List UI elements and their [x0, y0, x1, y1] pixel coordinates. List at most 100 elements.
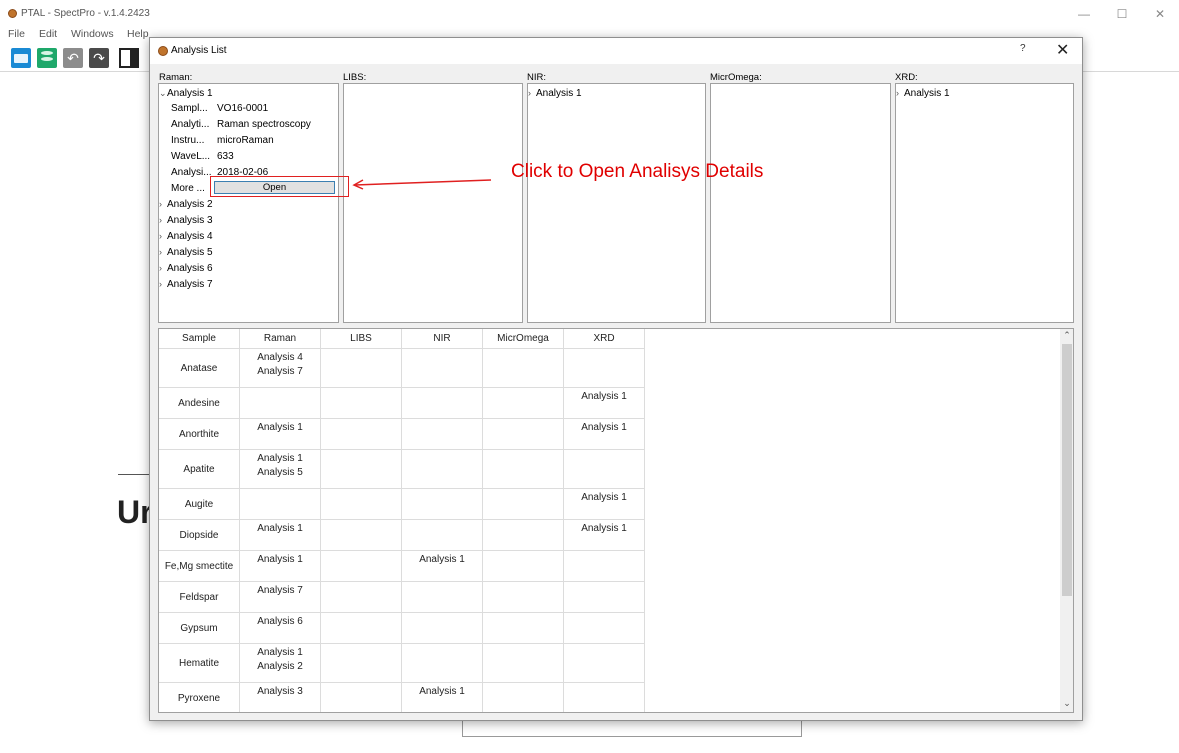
micromega-cell[interactable]	[482, 682, 564, 712]
xrd-cell[interactable]: Analysis 1	[563, 519, 645, 551]
chevron-right-icon[interactable]: ›	[159, 244, 167, 260]
nir-cell[interactable]	[401, 643, 483, 683]
tree-item[interactable]: › Analysis 6	[159, 260, 213, 276]
nir-cell[interactable]	[401, 348, 483, 388]
open-folder-icon[interactable]	[11, 48, 31, 68]
raman-cell[interactable]: Analysis 4 Analysis 7	[239, 348, 321, 388]
libs-cell[interactable]	[320, 643, 402, 683]
libs-cell[interactable]	[320, 682, 402, 712]
analysis-link[interactable]: Analysis 1	[240, 452, 320, 466]
nir-cell[interactable]: Analysis 1	[401, 550, 483, 582]
raman-cell[interactable]: Analysis 7	[239, 581, 321, 613]
libs-cell[interactable]	[320, 348, 402, 388]
table-row[interactable]: Anorthite Analysis 1 Analysis 1	[159, 418, 645, 450]
column-header-nir[interactable]: NIR	[401, 329, 483, 349]
tree-item-expanded[interactable]: ⌄Analysis 1	[159, 85, 213, 101]
analysis-link[interactable]: Analysis 1	[564, 390, 644, 404]
analysis-link[interactable]: Analysis 1	[402, 553, 482, 567]
help-button[interactable]: ?	[1020, 43, 1026, 54]
chevron-right-icon[interactable]: ›	[159, 196, 167, 212]
panel-layout-icon[interactable]	[119, 48, 139, 68]
analysis-link[interactable]: Analysis 4	[240, 351, 320, 365]
sample-cell[interactable]: Apatite	[159, 449, 240, 489]
analysis-link[interactable]: Analysis 3	[240, 685, 320, 699]
nir-cell[interactable]	[401, 612, 483, 644]
tree-item[interactable]: › Analysis 1	[896, 85, 950, 101]
column-header-libs[interactable]: LIBS	[320, 329, 402, 349]
tree-item[interactable]: › Analysis 5	[159, 244, 213, 260]
scroll-down-icon[interactable]: ⌄	[1060, 698, 1073, 709]
menu-file[interactable]: File	[8, 28, 25, 40]
table-row[interactable]: Diopside Analysis 1 Analysis 1	[159, 519, 645, 551]
nir-cell[interactable]: Analysis 1	[401, 682, 483, 712]
analysis-link[interactable]: Analysis 1	[240, 553, 320, 567]
chevron-right-icon[interactable]: ›	[159, 212, 167, 228]
sample-cell[interactable]: Pyroxene	[159, 682, 240, 712]
nir-cell[interactable]	[401, 387, 483, 419]
analysis-link[interactable]: Analysis 1	[564, 421, 644, 435]
table-row[interactable]: Augite Analysis 1	[159, 488, 645, 520]
tree-item[interactable]: › Analysis 3	[159, 212, 213, 228]
xrd-cell[interactable]	[563, 449, 645, 489]
analysis-link[interactable]: Analysis 6	[240, 615, 320, 629]
column-header-micromega[interactable]: MicrOmega	[482, 329, 564, 349]
xrd-cell[interactable]	[563, 581, 645, 613]
xrd-cell[interactable]	[563, 348, 645, 388]
table-row[interactable]: Gypsum Analysis 6	[159, 612, 645, 644]
chevron-right-icon[interactable]: ›	[159, 228, 167, 244]
micromega-tree[interactable]	[710, 83, 891, 323]
micromega-cell[interactable]	[482, 643, 564, 683]
minimize-icon[interactable]: —	[1074, 6, 1094, 22]
xrd-cell[interactable]: Analysis 1	[563, 418, 645, 450]
table-row[interactable]: Anatase Analysis 4 Analysis 7	[159, 348, 645, 388]
raman-cell[interactable]: Analysis 3	[239, 682, 321, 712]
analysis-link[interactable]: Analysis 7	[240, 365, 320, 379]
column-header-sample[interactable]: Sample	[159, 329, 240, 349]
nir-tree[interactable]: › Analysis 1	[527, 83, 706, 323]
analysis-link[interactable]: Analysis 1	[240, 646, 320, 660]
micromega-cell[interactable]	[482, 348, 564, 388]
close-icon[interactable]: ✕	[1150, 6, 1170, 22]
micromega-cell[interactable]	[482, 612, 564, 644]
database-icon[interactable]	[37, 48, 57, 68]
nir-cell[interactable]	[401, 488, 483, 520]
micromega-cell[interactable]	[482, 418, 564, 450]
tree-item[interactable]: › Analysis 1	[528, 85, 582, 101]
chevron-right-icon[interactable]: ›	[159, 276, 167, 292]
sample-cell[interactable]: Diopside	[159, 519, 240, 551]
raman-tree[interactable]: ⌄Analysis 1 Sampl... VO16-0001 Analyti..…	[158, 83, 339, 323]
menu-edit[interactable]: Edit	[39, 28, 57, 40]
micromega-cell[interactable]	[482, 488, 564, 520]
chevron-right-icon[interactable]: ›	[896, 85, 904, 101]
xrd-cell[interactable]	[563, 612, 645, 644]
xrd-cell[interactable]: Analysis 1	[563, 387, 645, 419]
maximize-icon[interactable]: ☐	[1112, 6, 1132, 22]
raman-cell[interactable]: Analysis 1 Analysis 5	[239, 449, 321, 489]
analysis-link[interactable]: Analysis 2	[240, 660, 320, 674]
sample-cell[interactable]: Anatase	[159, 348, 240, 388]
menu-windows[interactable]: Windows	[71, 28, 114, 40]
chevron-right-icon[interactable]: ›	[159, 260, 167, 276]
sample-cell[interactable]: Hematite	[159, 643, 240, 683]
analysis-link[interactable]: Analysis 1	[240, 522, 320, 536]
column-header-raman[interactable]: Raman	[239, 329, 321, 349]
analysis-link[interactable]: Analysis 1	[240, 421, 320, 435]
table-row[interactable]: Feldspar Analysis 7	[159, 581, 645, 613]
libs-cell[interactable]	[320, 581, 402, 613]
xrd-cell[interactable]	[563, 643, 645, 683]
sample-cell[interactable]: Fe,Mg smectite	[159, 550, 240, 582]
tree-item[interactable]: › Analysis 2	[159, 196, 213, 212]
table-row[interactable]: Apatite Analysis 1 Analysis 5	[159, 449, 645, 489]
column-header-xrd[interactable]: XRD	[563, 329, 645, 349]
table-row[interactable]: Pyroxene Analysis 3 Analysis 1	[159, 682, 645, 712]
chevron-right-icon[interactable]: ›	[528, 85, 536, 101]
sample-cell[interactable]: Augite	[159, 488, 240, 520]
undo-icon[interactable]: ↶	[63, 48, 83, 68]
nir-cell[interactable]	[401, 519, 483, 551]
analysis-link[interactable]: Analysis 1	[564, 522, 644, 536]
nir-cell[interactable]	[401, 449, 483, 489]
tree-item[interactable]: › Analysis 4	[159, 228, 213, 244]
table-row[interactable]: Fe,Mg smectite Analysis 1 Analysis 1	[159, 550, 645, 582]
nir-cell[interactable]	[401, 418, 483, 450]
raman-cell[interactable]	[239, 488, 321, 520]
